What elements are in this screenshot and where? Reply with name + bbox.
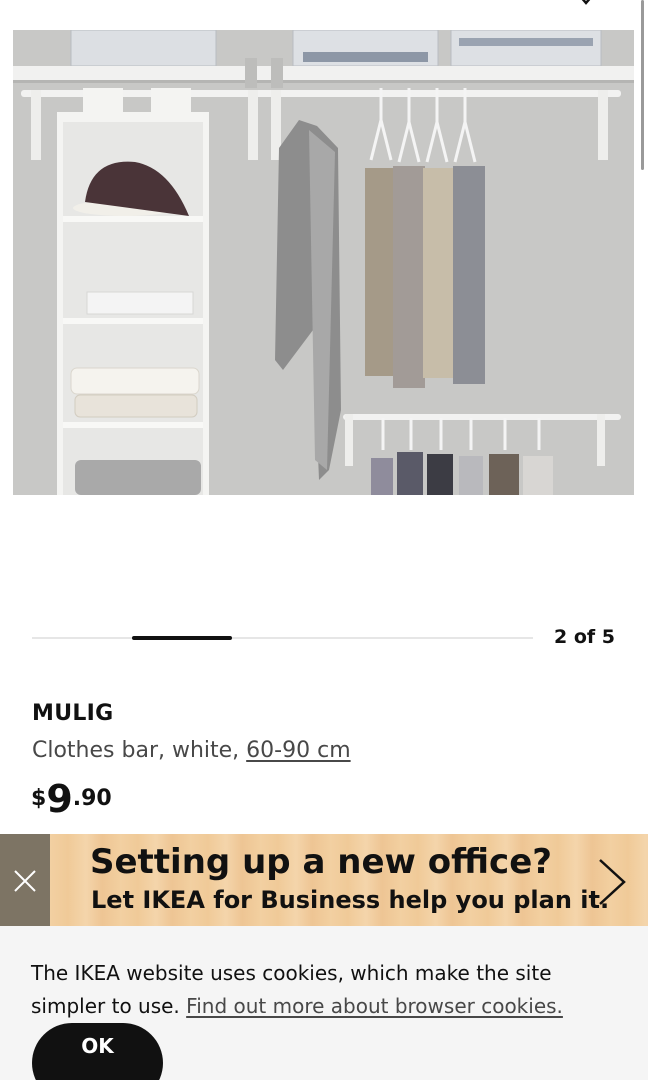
banner-subtitle: Let IKEA for Business help you plan it.: [91, 886, 610, 914]
banner-title: Setting up a new office?: [90, 842, 552, 882]
product-description: Clothes bar, white, 60-90 cm: [32, 738, 351, 763]
product-price: $9.90: [31, 780, 112, 818]
product-name: MULIG: [32, 701, 114, 726]
cookie-ok-button[interactable]: OK: [32, 1023, 163, 1080]
price-currency: $: [31, 786, 47, 811]
cookie-info-link[interactable]: Find out more about browser cookies.: [186, 994, 563, 1018]
size-link[interactable]: 60-90 cm: [246, 738, 350, 763]
banner-close-button[interactable]: [0, 834, 50, 926]
chevron-right-icon[interactable]: [596, 856, 630, 908]
chevron-down-icon[interactable]: [578, 0, 594, 6]
page-scrollbar[interactable]: [641, 0, 644, 170]
product-description-text: Clothes bar, white,: [32, 738, 247, 763]
carousel-counter: 2 of 5: [554, 626, 615, 648]
price-integer: 9: [46, 777, 73, 821]
cookie-message: The IKEA website uses cookies, which mak…: [31, 957, 621, 1023]
carousel-position-indicator[interactable]: [132, 636, 232, 640]
cookie-consent-panel: The IKEA website uses cookies, which mak…: [0, 926, 648, 1080]
banner-link[interactable]: Setting up a new office? Let IKEA for Bu…: [50, 834, 648, 926]
product-image[interactable]: [13, 30, 634, 495]
carousel-track[interactable]: [32, 637, 533, 639]
business-promo-banner: Setting up a new office? Let IKEA for Bu…: [0, 834, 648, 926]
close-icon: [14, 870, 36, 892]
price-decimal: .90: [72, 786, 112, 811]
